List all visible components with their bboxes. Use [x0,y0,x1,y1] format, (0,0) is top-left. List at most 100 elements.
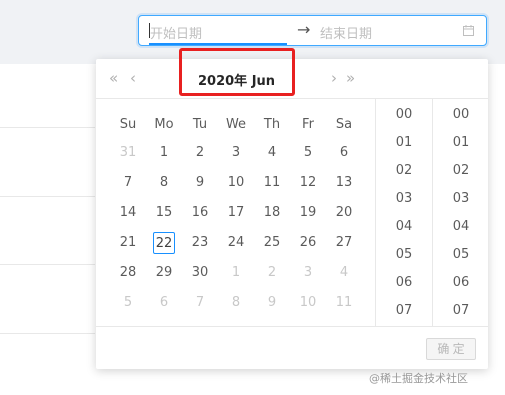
date-cell[interactable]: 10 [290,288,326,318]
date-cell[interactable]: 17 [218,198,254,228]
date-cell[interactable]: 24 [218,228,254,258]
date-cell[interactable]: 31 [110,138,146,168]
hour-option[interactable]: 03 [376,185,432,213]
date-cell[interactable]: 30 [182,258,218,288]
date-cell[interactable]: 28 [110,258,146,288]
hour-option[interactable]: 05 [376,241,432,269]
date-label: 24 [227,235,245,250]
date-label: 12 [299,175,317,190]
super-prev-year-button[interactable]: « [109,69,118,87]
week-row: 31 1 2 3 4 5 6 [110,138,362,168]
date-cell[interactable]: 7 [110,168,146,198]
date-cell[interactable]: 16 [182,198,218,228]
hour-option[interactable]: 02 [376,157,432,185]
date-cell[interactable]: 21 [110,228,146,258]
date-grid: Su Mo Tu We Th Fr Sa 31 1 2 3 4 5 6 7 8 [110,110,362,318]
date-cell[interactable]: 1 [146,138,182,168]
minute-column[interactable]: 00 01 02 03 04 05 06 07 [433,101,489,325]
date-label: 25 [263,235,281,250]
date-cell[interactable]: 13 [326,168,362,198]
date-cell[interactable]: 11 [254,168,290,198]
minute-option[interactable]: 02 [433,157,489,185]
hour-option[interactable]: 00 [376,101,432,129]
date-cell[interactable]: 23 [182,228,218,258]
week-row: 7 8 9 10 11 12 13 [110,168,362,198]
date-cell[interactable]: 8 [146,168,182,198]
hour-option[interactable]: 01 [376,129,432,157]
prev-month-button[interactable]: ‹ [130,69,136,87]
date-label: 27 [335,235,353,250]
start-date-input[interactable]: 开始日期 [150,23,202,42]
date-cell[interactable]: 4 [326,258,362,288]
date-cell[interactable]: 9 [254,288,290,318]
date-label: 7 [195,295,205,310]
date-cell[interactable]: 5 [110,288,146,318]
date-cell[interactable]: 7 [182,288,218,318]
date-label: 5 [303,145,313,160]
date-label: 26 [299,235,317,250]
range-arrow: → [297,20,311,39]
date-cell[interactable]: 2 [254,258,290,288]
date-label: 16 [191,205,209,220]
date-cell[interactable]: 2 [182,138,218,168]
weekday-label: Su [119,116,137,132]
weekday-label: We [225,116,247,132]
date-cell[interactable]: 6 [326,138,362,168]
date-label: 2 [267,265,277,280]
hour-option[interactable]: 04 [376,213,432,241]
next-month-button[interactable]: › [331,69,337,87]
super-next-year-button[interactable]: » [346,69,355,87]
date-cell[interactable]: 14 [110,198,146,228]
picker-footer: 确 定 [96,326,488,370]
range-picker-dropdown: « ‹ 2020年 Jun › » Su Mo Tu We Th Fr Sa 3… [96,48,489,370]
date-cell[interactable]: 3 [290,258,326,288]
background-divider [0,127,95,128]
hour-column[interactable]: 00 01 02 03 04 05 06 07 [376,101,432,325]
date-cell[interactable]: 27 [326,228,362,258]
date-range-input[interactable]: 开始日期 → 结束日期 [138,15,487,46]
date-cell-today[interactable]: 22 [146,228,182,258]
date-cell[interactable]: 4 [254,138,290,168]
date-cell[interactable]: 15 [146,198,182,228]
date-cell[interactable]: 10 [218,168,254,198]
date-cell[interactable]: 19 [290,198,326,228]
weekday-label: Sa [335,116,353,132]
minute-option[interactable]: 00 [433,101,489,129]
date-label: 9 [267,295,277,310]
date-cell[interactable]: 12 [290,168,326,198]
end-date-input[interactable]: 结束日期 [320,23,372,42]
date-label: 30 [191,265,209,280]
weekday-label: Mo [154,116,174,132]
minute-option[interactable]: 06 [433,269,489,297]
date-cell[interactable]: 25 [254,228,290,258]
date-cell[interactable]: 26 [290,228,326,258]
date-label: 1 [159,145,169,160]
date-cell[interactable]: 11 [326,288,362,318]
date-label: 18 [263,205,281,220]
date-cell[interactable]: 29 [146,258,182,288]
date-cell[interactable]: 18 [254,198,290,228]
annotation-highlight-box [179,48,295,96]
date-cell[interactable]: 5 [290,138,326,168]
date-label: 29 [155,265,173,280]
date-cell[interactable]: 8 [218,288,254,318]
date-label: 6 [159,295,169,310]
week-row: 28 29 30 1 2 3 4 [110,258,362,288]
date-cell[interactable]: 9 [182,168,218,198]
hour-option[interactable]: 06 [376,269,432,297]
date-cell[interactable]: 6 [146,288,182,318]
minute-option[interactable]: 05 [433,241,489,269]
hour-option[interactable]: 07 [376,297,432,325]
text-caret [149,23,150,38]
date-label: 28 [119,265,137,280]
minute-option[interactable]: 03 [433,185,489,213]
date-cell[interactable]: 20 [326,198,362,228]
date-label: 11 [335,295,353,310]
calendar-header: « ‹ 2020年 Jun › » [96,48,375,99]
minute-option[interactable]: 01 [433,129,489,157]
date-cell[interactable]: 3 [218,138,254,168]
ok-button[interactable]: 确 定 [426,338,476,360]
minute-option[interactable]: 04 [433,213,489,241]
minute-option[interactable]: 07 [433,297,489,325]
date-cell[interactable]: 1 [218,258,254,288]
